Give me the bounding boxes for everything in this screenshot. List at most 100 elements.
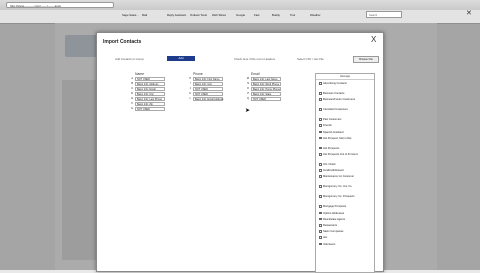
group-checkbox[interactable] (319, 169, 322, 172)
toolbar-item[interactable]: Web Slices (212, 13, 226, 18)
group-item[interactable]: Hot Prospects (319, 146, 371, 150)
field-mapping-select[interactable]: NOT USED (135, 77, 165, 81)
field-mapping-select[interactable]: Basic Info: City (135, 92, 165, 96)
column-header: Name (135, 72, 145, 76)
group-label: Advertising Contacts (323, 82, 347, 85)
add-group-button[interactable]: Add (167, 56, 195, 61)
field-mapping-select[interactable]: NOT USED (251, 97, 281, 101)
toolbar-item[interactable]: Google (236, 13, 245, 18)
group-item[interactable]: Invalid Addressed (319, 169, 371, 172)
field-mapping-select[interactable]: Basic Info: Email (135, 87, 165, 91)
group-item[interactable]: Advertising Contacts (319, 82, 371, 85)
group-label: Business Contacts (323, 92, 345, 95)
group-checkbox[interactable] (319, 118, 322, 121)
field-mapping-row: I Basic Info: Cell (185, 82, 223, 87)
group-checkbox[interactable] (319, 217, 322, 221)
group-item[interactable]: test (319, 236, 371, 239)
field-mapping-row: F Basic Info: Zip (127, 102, 165, 107)
group-item[interactable]: Spanish Husband (319, 130, 371, 134)
field-column-letter: G (131, 107, 133, 111)
group-checkbox[interactable] (319, 163, 322, 166)
headers-checkbox-label[interactable]: Check here if this row is Headers (234, 57, 275, 61)
group-checkbox[interactable] (319, 195, 322, 198)
toolbar-item[interactable]: Mail (142, 13, 147, 18)
field-mapping-select[interactable]: NOT USED (193, 87, 223, 91)
group-checkbox[interactable] (319, 82, 322, 85)
group-item[interactable]: Mortgage Prospects (319, 205, 371, 208)
groups-header: Groups (316, 74, 374, 80)
toolbar-item[interactable]: Weather (310, 13, 321, 18)
dialog-close-button[interactable]: X (371, 35, 376, 44)
field-mapping-row: B Basic Info: Address (127, 82, 165, 87)
group-checkbox[interactable] (319, 108, 322, 111)
address-bar[interactable]: http://www.———.com/——/——.aspx (6, 2, 114, 8)
field-mapping-select[interactable]: Basic Info: Cell (193, 82, 223, 86)
toolbar-item[interactable]: Sage Sales… (122, 13, 139, 18)
group-item[interactable]: Restaurants (319, 224, 371, 227)
column-header: Phone (193, 72, 203, 76)
group-label: Spanish Husband (323, 130, 344, 134)
group-label: Invalid Addressed (323, 169, 344, 173)
group-checkbox[interactable] (319, 211, 322, 215)
search-input[interactable]: Search (366, 11, 402, 18)
mouse-cursor-icon: ➤ (245, 108, 251, 114)
toolbar-item[interactable]: Buddy (272, 13, 280, 18)
groups-list[interactable]: Groups Advertising Contacts Business Cont… (315, 73, 375, 273)
group-checkbox[interactable] (319, 236, 322, 239)
field-mapping-row: L Basic Info: Email Address (185, 97, 223, 102)
group-item[interactable]: Volunteers (319, 242, 371, 246)
group-item[interactable]: Maintenance Inc Customer (319, 175, 371, 178)
toolbar-item[interactable]: Reply Assistant (167, 13, 186, 18)
field-mapping-select[interactable]: Basic Info: State (251, 92, 281, 96)
group-item[interactable]: Cancelled Customers (319, 108, 371, 111)
field-mapping-select[interactable]: Basic Info: Last Phone (135, 97, 165, 101)
field-mapping-select[interactable]: Basic Info: First Name (193, 77, 223, 81)
dialog-title: Import Contacts (103, 39, 142, 45)
field-mapping-select[interactable]: Basic Info: Last Name (251, 77, 281, 81)
group-item[interactable]: Salon Companies (319, 230, 371, 233)
group-label: Cancelled Customers (323, 108, 348, 112)
group-item[interactable]: Hot Prospect, Met in-Net (319, 136, 371, 140)
group-checkbox[interactable] (319, 185, 322, 188)
group-checkbox[interactable] (319, 230, 322, 233)
group-item[interactable]: Friends (319, 124, 371, 127)
field-mapping-row: N Basic Info: Work Phone (243, 82, 281, 87)
field-mapping-row: O Basic Info: Home Phone (243, 87, 281, 92)
group-checkbox[interactable] (319, 124, 322, 127)
toolbar-item[interactable]: Tool (290, 13, 295, 18)
group-checkbox[interactable] (319, 98, 322, 101)
group-checkbox[interactable] (319, 92, 322, 95)
group-checkbox[interactable] (319, 242, 322, 246)
group-checkbox[interactable] (319, 153, 322, 156)
toolbar-item[interactable]: Outlook Tools (190, 13, 207, 18)
toolbar-item[interactable]: Fast (254, 13, 259, 18)
group-checkbox[interactable] (319, 146, 322, 150)
group-item[interactable]: OptOut Addresses (319, 211, 371, 215)
field-mapping-select[interactable]: Basic Info: Zip (135, 102, 165, 106)
browse-file-button[interactable]: Browse File (353, 56, 379, 63)
field-mapping-select[interactable]: NOT USED (193, 92, 223, 96)
group-item[interactable]: Montgomery Inc. Our Co. (319, 185, 371, 188)
field-mapping-select[interactable]: Basic Info: Address (135, 82, 165, 86)
group-item[interactable]: Past Customers (319, 118, 371, 121)
group-item[interactable]: Info / Rank (319, 163, 371, 166)
group-item[interactable]: Real Estate Agents (319, 217, 371, 221)
field-mapping-select[interactable]: NOT USED (135, 107, 165, 111)
field-mapping-select[interactable]: Basic Info: Email Address (193, 97, 223, 101)
field-mapping-row: C Basic Info: Email (127, 87, 165, 92)
group-checkbox[interactable] (319, 175, 322, 178)
group-item[interactable]: Hot Prospects Out of IN Users (319, 153, 371, 156)
group-item[interactable]: Montgomery Inc. Prospects (319, 195, 371, 198)
field-mapping-select[interactable]: Basic Info: Home Phone (251, 87, 281, 91)
group-checkbox[interactable] (319, 205, 322, 208)
group-label: Volunteers (323, 242, 336, 246)
group-label: Hot Prospect, Met in-Net (323, 136, 352, 140)
close-icon[interactable]: ✕ (466, 9, 472, 17)
group-item[interactable]: Business Contacts (319, 92, 371, 95)
field-mapping-select[interactable]: Basic Info: Work Phone (251, 82, 281, 86)
group-checkbox[interactable] (319, 224, 322, 227)
group-item[interactable]: Business/Future Customers (319, 98, 371, 101)
group-checkbox[interactable] (319, 136, 322, 140)
group-label: Maintenance Inc Customer (323, 175, 354, 179)
group-checkbox[interactable] (319, 130, 322, 134)
